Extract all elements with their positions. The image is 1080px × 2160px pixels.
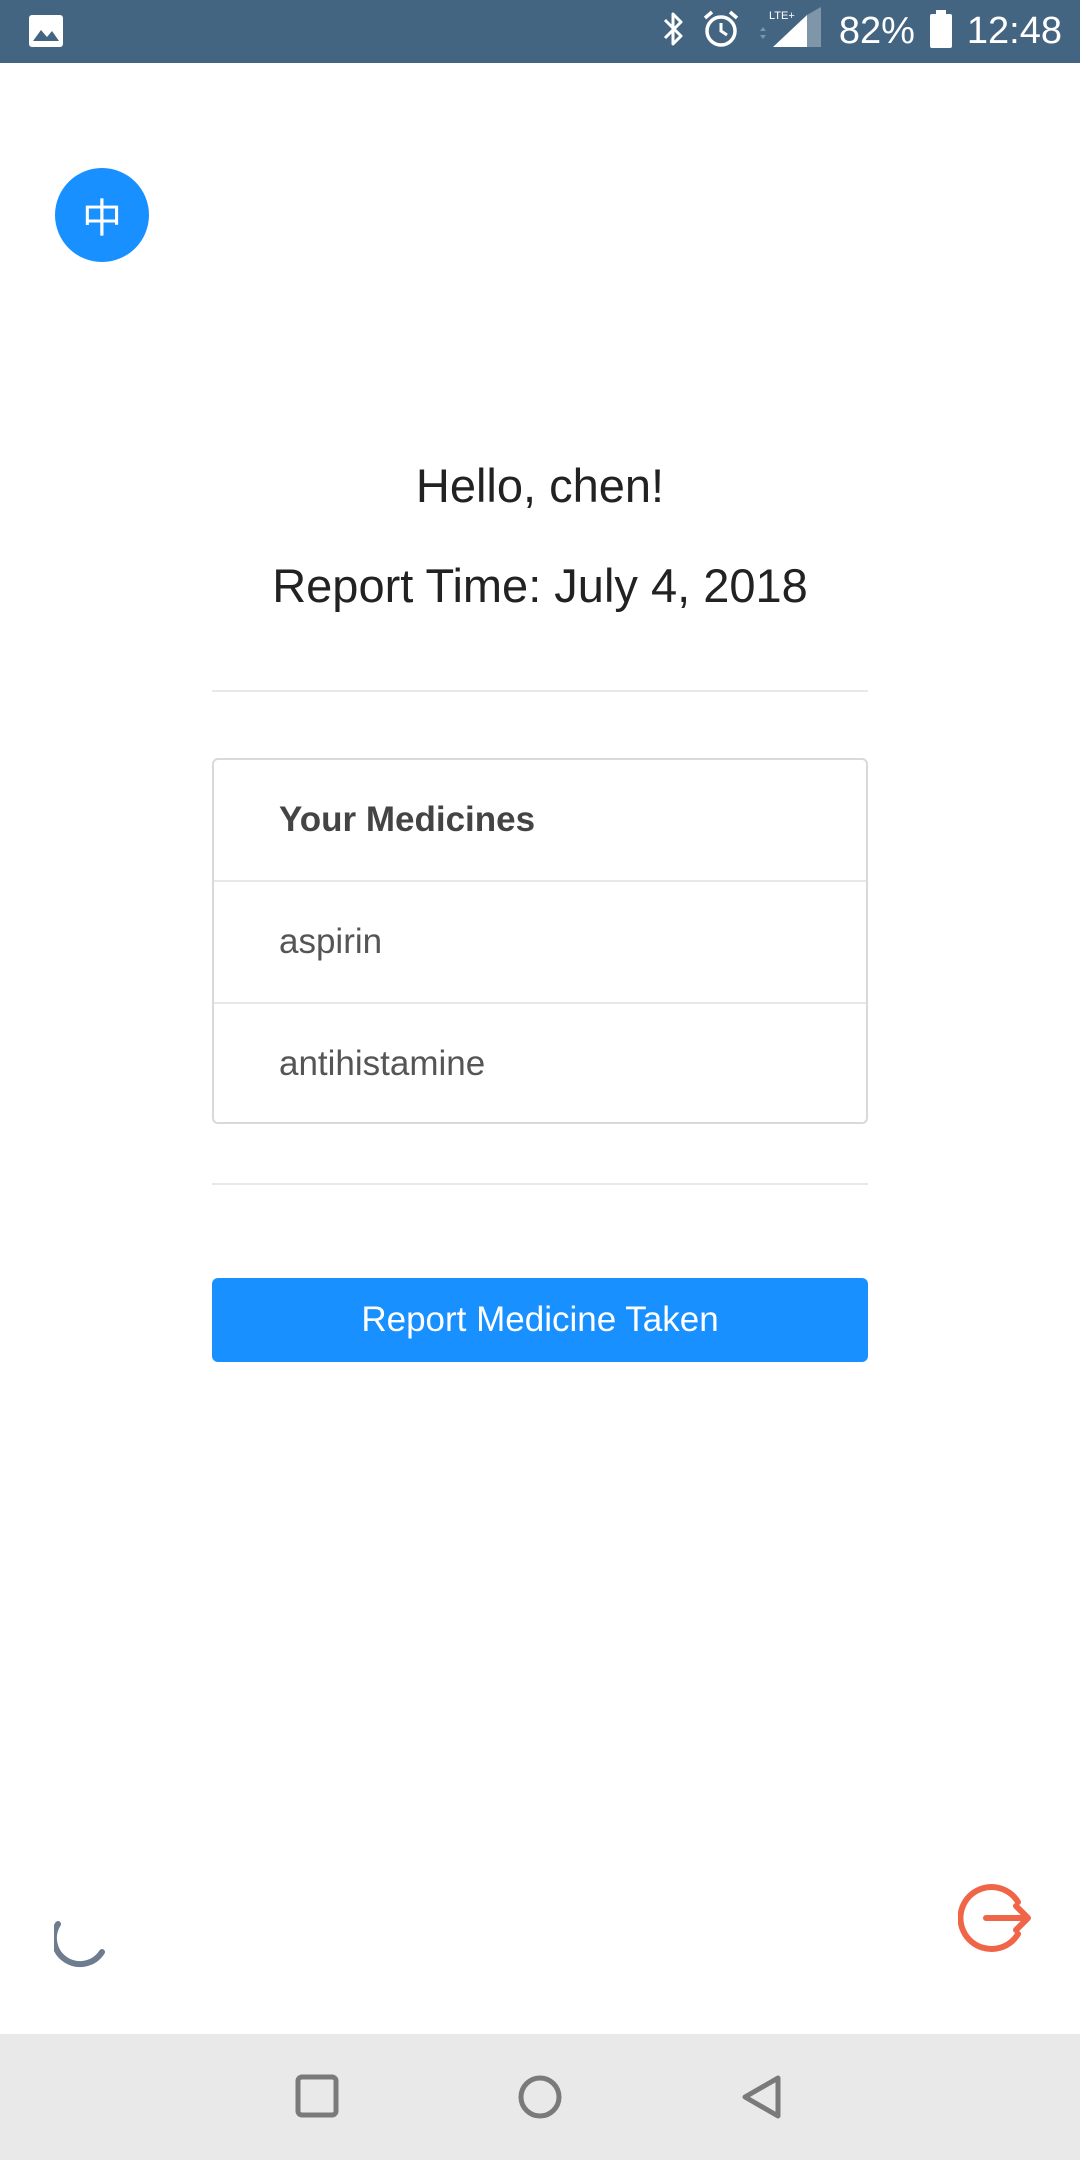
signal-icon: LTE+ xyxy=(755,7,825,56)
loading-spinner-icon xyxy=(50,1914,108,1968)
network-label: LTE+ xyxy=(769,10,795,22)
recents-button[interactable] xyxy=(293,2072,343,2122)
back-button[interactable] xyxy=(737,2072,787,2122)
battery-percent: 82% xyxy=(838,10,915,52)
list-item: aspirin xyxy=(214,882,866,1004)
language-label: 中 xyxy=(82,196,122,242)
medicines-list: Your Medicines aspirin antihistamine xyxy=(212,758,868,1124)
home-button[interactable] xyxy=(515,2072,565,2122)
bluetooth-icon xyxy=(661,9,687,54)
language-switch-button[interactable]: 中 xyxy=(55,168,149,262)
divider xyxy=(212,1183,868,1185)
battery-icon xyxy=(929,9,953,54)
clock: 12:48 xyxy=(966,10,1062,52)
report-medicine-taken-button[interactable]: Report Medicine Taken xyxy=(212,1278,868,1362)
navigation-bar xyxy=(0,2034,1080,2160)
list-item: antihistamine xyxy=(279,1044,486,1083)
report-time: Report Time: July 4, 2018 xyxy=(272,559,808,612)
medicines-header: Your Medicines xyxy=(214,760,866,882)
image-icon xyxy=(28,14,64,48)
status-bar: LTE+ 82% 12:48 xyxy=(0,0,1080,63)
divider xyxy=(212,690,868,692)
greeting: Hello, chen! xyxy=(415,459,665,512)
logout-icon[interactable] xyxy=(957,1880,1034,1956)
alarm-icon xyxy=(701,9,741,54)
